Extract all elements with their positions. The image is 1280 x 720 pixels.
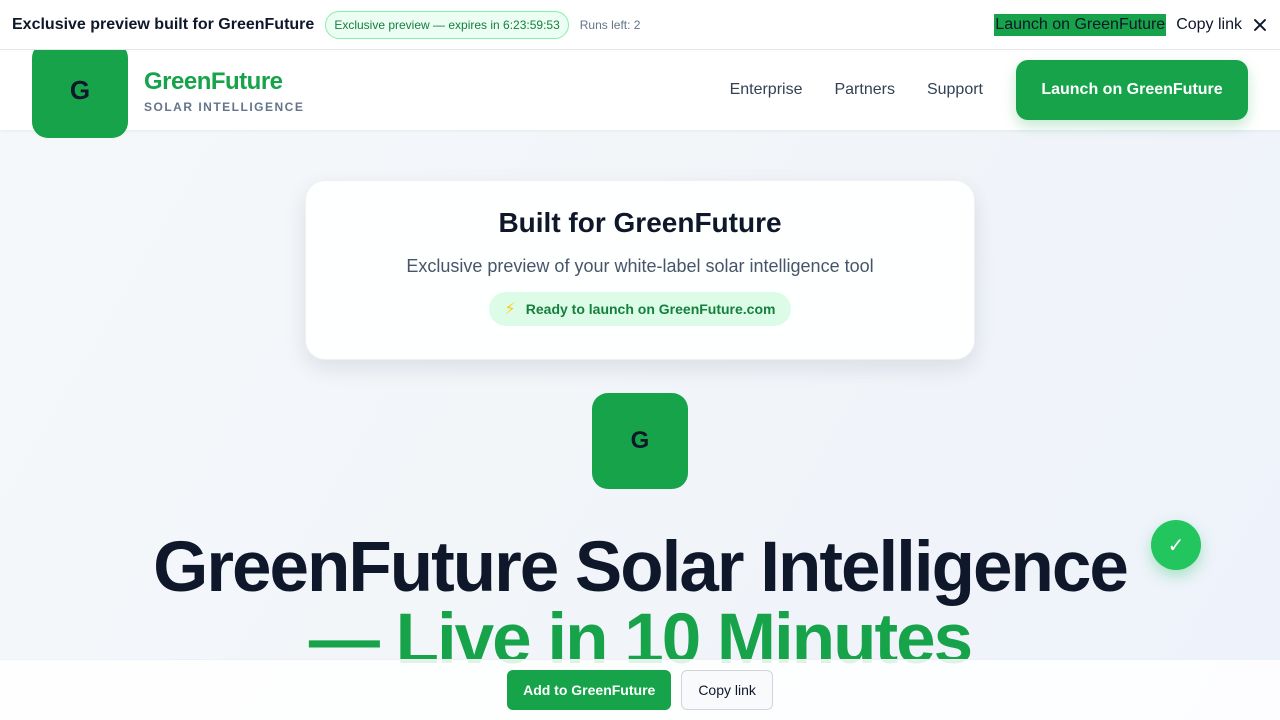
launch-link[interactable]: Launch on GreenFuture (994, 13, 1167, 36)
hero-logo: G (592, 393, 688, 489)
expiry-badge: Exclusive preview — expires in 6:23:59:5… (325, 10, 569, 39)
card-description: Exclusive preview of your white-label so… (406, 256, 874, 276)
copy-link-button[interactable]: Copy link (1176, 16, 1242, 34)
nav-link-partners[interactable]: Partners (834, 81, 894, 99)
brand-name: GreenFuture (144, 68, 283, 95)
sticky-action-bar: Add to GreenFuture Copy link (0, 659, 1280, 720)
preview-bar: Exclusive preview built for GreenFuture … (0, 0, 1280, 50)
site-header: G GreenFuture SOLAR INTELLIGENCE Enterpr… (0, 42, 1280, 138)
launch-button[interactable]: Launch on GreenFuture (1016, 60, 1248, 120)
preview-title: Exclusive preview built for GreenFuture (12, 15, 315, 33)
hero-section: Built for GreenFuture Exclusive preview … (0, 130, 1280, 720)
runs-left-counter: Runs left: 2 (579, 17, 641, 32)
hero-logo-letter: G (630, 427, 650, 454)
brand-tagline: SOLAR INTELLIGENCE (144, 100, 305, 114)
hero-title: GreenFuture Solar Intelligence (153, 528, 1129, 607)
card-title: Built for GreenFuture (498, 207, 782, 238)
lightning-bolt-icon: ⚡ (504, 301, 516, 318)
main-nav: Enterprise Partners Support (730, 50, 983, 130)
nav-link-support[interactable]: Support (927, 81, 983, 99)
preview-bar-actions: Launch on GreenFuture Copy link (994, 13, 1268, 36)
preview-card: Built for GreenFuture Exclusive preview … (305, 180, 975, 360)
logo[interactable]: G (32, 42, 128, 138)
nav-link-enterprise[interactable]: Enterprise (730, 81, 803, 99)
logo-letter: G (69, 74, 91, 105)
close-icon[interactable] (1252, 17, 1268, 33)
ready-status-badge: ⚡ Ready to launch on GreenFuture.com (488, 292, 792, 326)
ready-status-label: Ready to launch on GreenFuture.com (525, 301, 776, 317)
copy-link-button-bottom[interactable]: Copy link (681, 670, 773, 710)
add-to-greenfuture-button[interactable]: Add to GreenFuture (507, 670, 672, 710)
brand: GreenFuture SOLAR INTELLIGENCE (144, 68, 304, 114)
